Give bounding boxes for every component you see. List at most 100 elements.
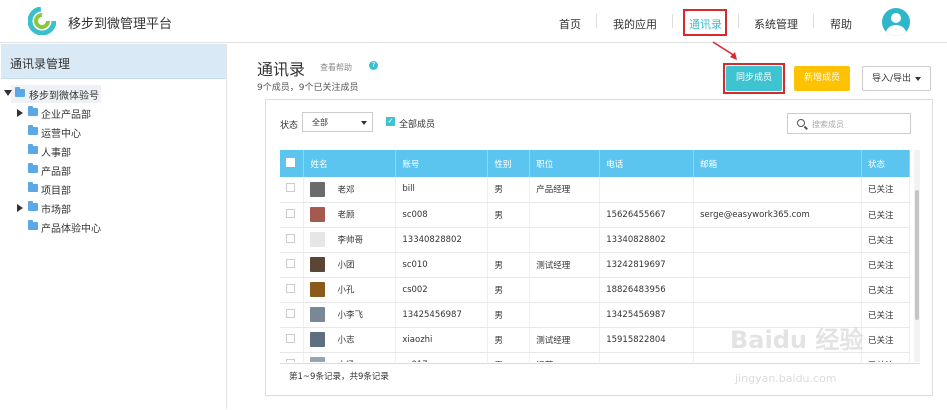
chevron-right-icon[interactable] <box>17 204 23 212</box>
tree-item-product[interactable]: 产品部 <box>1 161 111 179</box>
select-all-checkbox[interactable] <box>286 157 295 167</box>
tree-item-marketing[interactable]: 市场部 <box>1 199 111 217</box>
scrollbar-thumb[interactable] <box>915 190 919 320</box>
row-checkbox[interactable] <box>286 208 295 218</box>
nav-system-settings[interactable]: 系统管理 <box>754 16 798 32</box>
row-checkbox[interactable] <box>286 233 295 243</box>
caret-down-icon <box>361 121 367 125</box>
member-summary: 9个成员，9个已关注成员 <box>257 83 359 93</box>
search-input[interactable] <box>812 117 904 131</box>
nav-help[interactable]: 帮助 <box>830 16 852 32</box>
row-checkbox[interactable] <box>286 283 295 293</box>
member-title: 测试经理 <box>529 327 601 353</box>
folder-icon <box>28 182 38 192</box>
chevron-right-icon[interactable] <box>17 109 23 117</box>
tree-item-enterprise-product[interactable]: 企业产品部 <box>1 104 111 122</box>
status-filter-value: 全部 <box>312 118 328 127</box>
member-avatar <box>310 232 326 247</box>
help-link[interactable]: 查看帮助 <box>320 62 352 73</box>
member-account: xiaozhi <box>395 327 489 353</box>
member-title: 运营 <box>529 352 601 362</box>
nav-divider <box>672 14 673 28</box>
caret-down-icon <box>915 76 922 81</box>
member-status: 已关注 <box>861 327 910 353</box>
row-checkbox[interactable] <box>286 358 295 362</box>
member-title <box>529 227 601 253</box>
table-row[interactable]: 老顾 sc008 男 15626455667 serge@easywork365… <box>280 202 910 228</box>
member-account: sc008 <box>395 202 489 228</box>
member-status: 已关注 <box>861 252 910 278</box>
logo-icon[interactable] <box>28 7 56 35</box>
brand-title: 移步到微管理平台 <box>68 17 173 32</box>
table-row[interactable]: 小孔 cs002 男 18826483956 已关注 <box>280 277 910 303</box>
member-name: 小李飞 <box>337 310 363 321</box>
column-header: 电话 <box>599 150 695 177</box>
tree-item-label: 市场部 <box>41 205 71 216</box>
column-header: 姓名 <box>303 150 397 177</box>
highlight-box <box>683 9 727 36</box>
member-title <box>529 202 601 228</box>
chevron-down-icon[interactable] <box>4 90 12 96</box>
tree-item-label: 运营中心 <box>41 129 81 140</box>
folder-icon <box>28 106 38 116</box>
tree-item-project[interactable]: 项目部 <box>1 180 111 198</box>
member-phone: 13340828802 <box>599 227 695 253</box>
tree-item-label: 项目部 <box>41 186 71 197</box>
table-scrollbar[interactable] <box>914 150 920 362</box>
tree-item-label: 企业产品部 <box>41 110 91 121</box>
tree-root[interactable]: 移步到微体验号 <box>1 85 111 103</box>
all-members-label: 全部成员 <box>399 120 436 130</box>
all-members-checkbox[interactable]: ✓ <box>386 117 395 126</box>
row-checkbox[interactable] <box>286 258 295 268</box>
tree-root-label: 移步到微体验号 <box>29 91 99 102</box>
column-header: 性别 <box>487 150 531 177</box>
watermark-logo: Baidu 经验 <box>730 326 864 354</box>
folder-icon <box>28 163 38 173</box>
member-account: sc010 <box>395 252 489 278</box>
member-status: 已关注 <box>861 202 910 228</box>
add-member-button[interactable]: 新增成员 <box>794 66 850 91</box>
member-email: serge@easywork365.com <box>693 202 862 228</box>
tree-item-hr[interactable]: 人事部 <box>1 142 111 160</box>
table-row[interactable]: 老邓 bill 男 产品经理 已关注 <box>280 177 910 203</box>
import-export-button[interactable]: 导入/导出 <box>862 66 931 91</box>
search-icon <box>797 119 805 127</box>
nav-divider <box>738 14 739 28</box>
member-name: 小杨 <box>337 361 354 363</box>
sidebar: 通讯录管理 移步到微体验号 企业产品部 运营中心 人事部 产品部 项目部 市场部… <box>1 44 227 409</box>
tree-item-operations[interactable]: 运营中心 <box>1 123 111 141</box>
column-header: 账号 <box>395 150 489 177</box>
table-row[interactable]: 李帅哥 13340828802 13340828802 已关注 <box>280 227 910 253</box>
member-gender: 男 <box>487 302 531 328</box>
member-name: 小志 <box>337 335 355 346</box>
member-gender: 男 <box>487 177 531 203</box>
member-name: 小团 <box>337 260 355 271</box>
member-avatar <box>310 257 326 272</box>
user-avatar[interactable] <box>882 8 910 36</box>
search-box[interactable] <box>787 113 911 134</box>
status-filter-label: 状态 <box>280 121 299 131</box>
row-checkbox[interactable] <box>286 183 295 193</box>
member-phone: 13242819697 <box>599 252 695 278</box>
help-icon[interactable]: ? <box>369 61 378 70</box>
table-row[interactable]: 小团 sc010 男 测试经理 13242819697 已关注 <box>280 252 910 278</box>
column-header: 状态 <box>861 150 910 177</box>
nav-my-apps[interactable]: 我的应用 <box>613 16 657 32</box>
folder-icon <box>28 125 38 135</box>
row-checkbox[interactable] <box>286 333 295 343</box>
member-account: sc017 <box>395 352 489 362</box>
nav-home[interactable]: 首页 <box>559 16 581 32</box>
watermark-url: jingyan.baidu.com <box>735 372 837 385</box>
member-name: 李帅哥 <box>337 235 363 246</box>
row-checkbox[interactable] <box>286 308 295 318</box>
member-account: cs002 <box>395 277 489 303</box>
select-all-cell[interactable] <box>280 150 305 177</box>
member-name: 老邓 <box>337 185 355 196</box>
status-filter-select[interactable]: 全部 <box>302 112 373 132</box>
tree-item-experience-center[interactable]: 产品体验中心 <box>1 218 111 236</box>
member-email <box>693 252 862 278</box>
member-title: 测试经理 <box>529 252 601 278</box>
member-status: 已关注 <box>861 177 910 203</box>
page-title: 通讯录 <box>257 60 306 79</box>
member-status: 已关注 <box>861 227 910 253</box>
